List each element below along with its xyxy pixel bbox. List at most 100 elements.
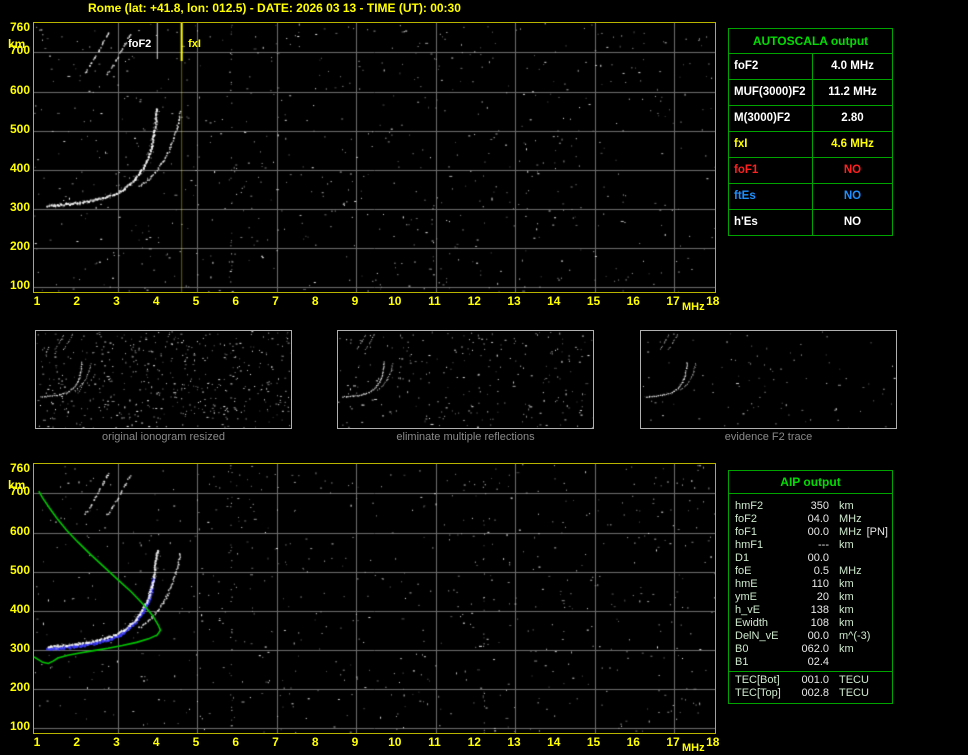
- restored-ionogram-plot: [33, 463, 716, 734]
- x-tick-label: 5: [192, 735, 200, 749]
- x-tick-label: 2: [73, 735, 81, 749]
- main-ionogram-canvas: [34, 23, 715, 292]
- x-tick-label: 5: [192, 294, 200, 308]
- x-tick-label: 11: [428, 294, 441, 308]
- autoscala-row-value: 4.6 MHz: [831, 138, 874, 150]
- aip-row: B1 02.4: [729, 656, 892, 669]
- autoscala-row: M(3000)F2 2.80: [729, 106, 892, 132]
- x-tick-label: 6: [232, 735, 240, 749]
- thumbnail-filtered-caption: eliminate multiple reflections: [396, 431, 535, 443]
- y-tick-label: 400: [9, 161, 30, 175]
- aip-row-label: hmF1: [735, 539, 764, 551]
- x-tick-label: 9: [351, 735, 359, 749]
- aip-row-unit: km: [839, 643, 854, 655]
- autoscala-row-label: foF2: [729, 54, 813, 79]
- aip-row-label: D1: [735, 552, 750, 564]
- y-tick-label: 200: [9, 680, 30, 694]
- y-tick-label: 500: [9, 122, 30, 136]
- aip-row: foF2 04.0 MHz: [729, 513, 892, 526]
- aip-row-value: 002.8: [801, 687, 829, 699]
- aip-row: ymE 20 km: [729, 591, 892, 604]
- aip-row-unit: m^(-3): [839, 630, 871, 642]
- x-tick-label: 13: [507, 294, 521, 308]
- aip-row: h_vE 138 km: [729, 604, 892, 617]
- aip-row-label: TEC[Bot]: [735, 674, 780, 686]
- x-tick-label: 7: [272, 294, 279, 308]
- thumbnail-filtered-ionogram: [337, 330, 594, 429]
- aip-row: D1 00.0: [729, 552, 892, 565]
- thumbnail-f2-canvas: [641, 331, 896, 428]
- tec-separator: [729, 671, 892, 672]
- foF2-marker-label: foF2: [128, 38, 152, 50]
- aip-row-unit: km: [839, 500, 854, 512]
- main-ionogram-plot: foF2 fxI: [33, 22, 716, 293]
- x-tick-label: 14: [547, 735, 561, 749]
- autoscala-row-label: fxI: [729, 132, 813, 157]
- aip-output-table: AIP output hmF2 350 km foF2 04.0 MHz foF1 00.0 M…: [728, 470, 893, 704]
- x-tick-label: 11: [428, 735, 441, 749]
- thumbnail-original-canvas: [36, 331, 291, 428]
- autoscala-table-title: AUTOSCALA output: [729, 29, 892, 54]
- aip-row-value: 00.0: [807, 526, 829, 538]
- aip-row-unit: km: [839, 539, 854, 551]
- y-tick-label: 760: [9, 20, 30, 34]
- autoscala-table-rows: foF2 4.0 MHz MUF(3000)F2 11.2 MHz M(3000)F2 2…: [729, 54, 892, 235]
- autoscala-row: MUF(3000)F2 11.2 MHz: [729, 80, 892, 106]
- restored-ionogram-y-axis: 760 700 600 500 400 300 200 100: [2, 462, 30, 734]
- aip-row-label: hmE: [735, 578, 758, 590]
- autoscala-row-value: 4.0 MHz: [831, 60, 874, 72]
- aip-row-label: foF2: [735, 513, 758, 525]
- thumbnail-f2-trace: [640, 330, 897, 429]
- autoscala-row-value: NO: [843, 164, 862, 176]
- aip-row: TEC[Top] 002.8 TECU: [729, 687, 892, 700]
- km-axis-unit-label: km: [8, 478, 26, 492]
- x-tick-label: 4: [152, 735, 160, 749]
- aip-table-rows: hmF2 350 km foF2 04.0 MHz foF1 00.0 MHz [PN] hmF1 -…: [729, 494, 892, 703]
- x-tick-label: 7: [272, 735, 279, 749]
- page-title: Rome (lat: +41.8, lon: 012.5) - DATE: 20…: [88, 1, 461, 15]
- aip-row-value: 108: [810, 617, 829, 629]
- aip-row-unit: km: [839, 604, 854, 616]
- y-tick-label: 600: [9, 83, 30, 97]
- x-tick-label: 16: [626, 735, 640, 749]
- x-tick-label: 2: [73, 294, 81, 308]
- x-tick-label: 1: [33, 294, 41, 308]
- x-tick-label: 1: [33, 735, 41, 749]
- y-tick-label: 300: [9, 641, 30, 655]
- x-tick-label: 16: [626, 294, 640, 308]
- aip-row-value: ---: [818, 539, 829, 551]
- aip-row-label: hmF2: [735, 500, 764, 512]
- autoscala-row-label: ftEs: [729, 184, 813, 209]
- aip-row: hmF1 --- km: [729, 539, 892, 552]
- aip-row-value: 0.5: [813, 565, 829, 577]
- aip-row-value: 110: [811, 578, 829, 590]
- aip-row: foE 0.5 MHz: [729, 565, 892, 578]
- aip-row-label: foE: [735, 565, 752, 577]
- aip-row: hmF2 350 km: [729, 500, 892, 513]
- mhz-axis-unit-label: MHz: [682, 301, 705, 313]
- x-tick-label: 10: [388, 294, 402, 308]
- x-tick-label: 3: [113, 735, 120, 749]
- thumbnail-f2-caption: evidence F2 trace: [724, 431, 813, 443]
- autoscala-row: fxI 4.6 MHz: [729, 132, 892, 158]
- autoscala-row: foF1 NO: [729, 158, 892, 184]
- aip-row-unit: TECU: [839, 674, 869, 686]
- autoscala-row: foF2 4.0 MHz: [729, 54, 892, 80]
- restored-ionogram-canvas: [34, 464, 715, 733]
- y-tick-label: 100: [9, 719, 30, 733]
- y-tick-label: 300: [9, 200, 30, 214]
- aip-row-unit: km: [839, 578, 854, 590]
- aip-row-value: 02.4: [807, 656, 829, 668]
- x-tick-label: 12: [467, 294, 481, 308]
- aip-row-note: [PN]: [866, 526, 888, 538]
- x-tick-label: 10: [388, 735, 402, 749]
- x-tick-label: 3: [113, 294, 120, 308]
- autoscala-row-label: foF1: [729, 158, 813, 183]
- aip-row-label: DelN_vE: [735, 630, 779, 642]
- aip-row-unit: MHz: [839, 565, 862, 577]
- restored-ionogram-x-axis: 1 2 3 4 5 6 7 8 9 10 11 12 13 14 15 16 17 18: [22, 735, 728, 749]
- aip-row-value: 138: [810, 604, 829, 616]
- thumbnail-filtered-canvas: [338, 331, 593, 428]
- autoscala-row-value: NO: [843, 190, 862, 202]
- y-tick-label: 500: [9, 563, 30, 577]
